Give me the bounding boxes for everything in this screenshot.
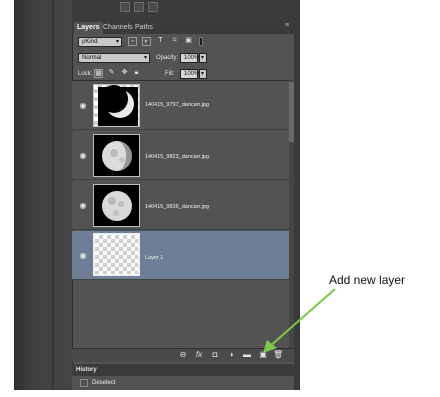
filter-kind-label: ρKind <box>82 39 98 45</box>
layer-thumbnail-transparent <box>93 233 140 276</box>
layer-name[interactable]: 140415_9836_dancarr.jpg <box>145 203 209 211</box>
history-state-icon <box>80 379 88 387</box>
panel-menu-icon[interactable]: ≡ <box>285 22 293 30</box>
filter-type-icon[interactable]: T <box>156 37 165 46</box>
lock-position-icon[interactable]: ✥ <box>120 69 129 78</box>
new-adjustment-layer-icon[interactable]: ◑ <box>226 350 236 360</box>
opacity-dropdown[interactable]: ▾ <box>199 53 207 63</box>
layer-thumbnail-moon-gibbous <box>93 134 140 177</box>
toolbar-button-icon[interactable] <box>148 2 158 12</box>
toolbar-button-icon[interactable] <box>120 2 130 12</box>
chevron-down-icon: ▾ <box>201 55 205 61</box>
toolbar-button-icon[interactable] <box>134 2 144 12</box>
chevron-down-icon: ▾ <box>143 55 147 61</box>
chevron-down-icon: ▾ <box>115 39 119 45</box>
layer-thumbnail-moon-crescent <box>93 84 140 127</box>
scrollbar-thumb[interactable] <box>289 82 294 142</box>
left-tool-area <box>14 0 72 390</box>
eye-icon[interactable]: ◉ <box>78 202 88 210</box>
filter-toggle[interactable] <box>199 37 203 46</box>
lock-all-icon[interactable]: 🔒︎ <box>132 69 141 78</box>
moon-gibbous-image <box>102 141 132 171</box>
layer-thumbnail-moon-full <box>93 184 140 227</box>
tab-channels[interactable]: Channels <box>100 22 136 34</box>
new-group-icon[interactable]: ▬ <box>242 350 252 360</box>
eye-icon[interactable]: ◉ <box>78 102 88 110</box>
tab-layers[interactable]: Layers <box>74 22 103 34</box>
annotation-label: Add new layer <box>329 273 406 287</box>
add-layer-style-icon[interactable]: fx <box>194 350 204 360</box>
lock-label: Lock: <box>78 71 93 77</box>
history-item[interactable]: Deselect <box>92 378 115 388</box>
eye-icon[interactable]: ◉ <box>78 252 88 260</box>
lock-transparent-pixels-icon[interactable]: ▦ <box>94 69 103 78</box>
layer-name[interactable]: 140415_9823_dancarr.jpg <box>145 153 209 161</box>
chevron-down-icon: ▾ <box>201 71 205 77</box>
moon-full-image <box>102 191 132 221</box>
annotation-arrow <box>263 288 336 353</box>
opacity-label: Opacity: <box>156 55 179 61</box>
opacity-input[interactable]: 100% <box>180 53 199 63</box>
history-title[interactable]: History <box>76 364 97 376</box>
moon-crescent-image <box>98 85 138 126</box>
fill-dropdown[interactable]: ▾ <box>199 69 207 79</box>
blend-mode-value: Normal <box>82 55 102 61</box>
layer-name[interactable]: Layer 1 <box>145 254 163 262</box>
layer-name[interactable]: 140415_9797_dancarr.jpg <box>145 101 209 109</box>
fill-input[interactable]: 100% <box>180 69 199 79</box>
filter-kind-select[interactable]: ρKind ▾ <box>78 37 122 47</box>
fill-label: Fill: <box>165 71 175 77</box>
filter-pixel-icon[interactable]: ▫ <box>128 37 137 46</box>
filter-shape-icon[interactable]: ⌑ <box>170 37 179 46</box>
lock-image-pixels-icon[interactable]: ✎ <box>107 69 116 78</box>
blend-mode-select[interactable]: Normal ▾ <box>78 53 150 63</box>
top-toolbar <box>72 0 294 18</box>
tab-paths[interactable]: Paths <box>132 22 156 34</box>
panel-divider <box>52 0 54 390</box>
filter-smart-object-icon[interactable]: ▣ <box>184 37 193 46</box>
history-panel-header <box>72 364 294 376</box>
link-layers-icon[interactable]: ⊖ <box>178 350 188 360</box>
filter-adjustment-icon[interactable]: ◐ <box>142 37 151 46</box>
add-mask-icon[interactable]: ◘ <box>210 350 220 360</box>
eye-icon[interactable]: ◉ <box>78 152 88 160</box>
